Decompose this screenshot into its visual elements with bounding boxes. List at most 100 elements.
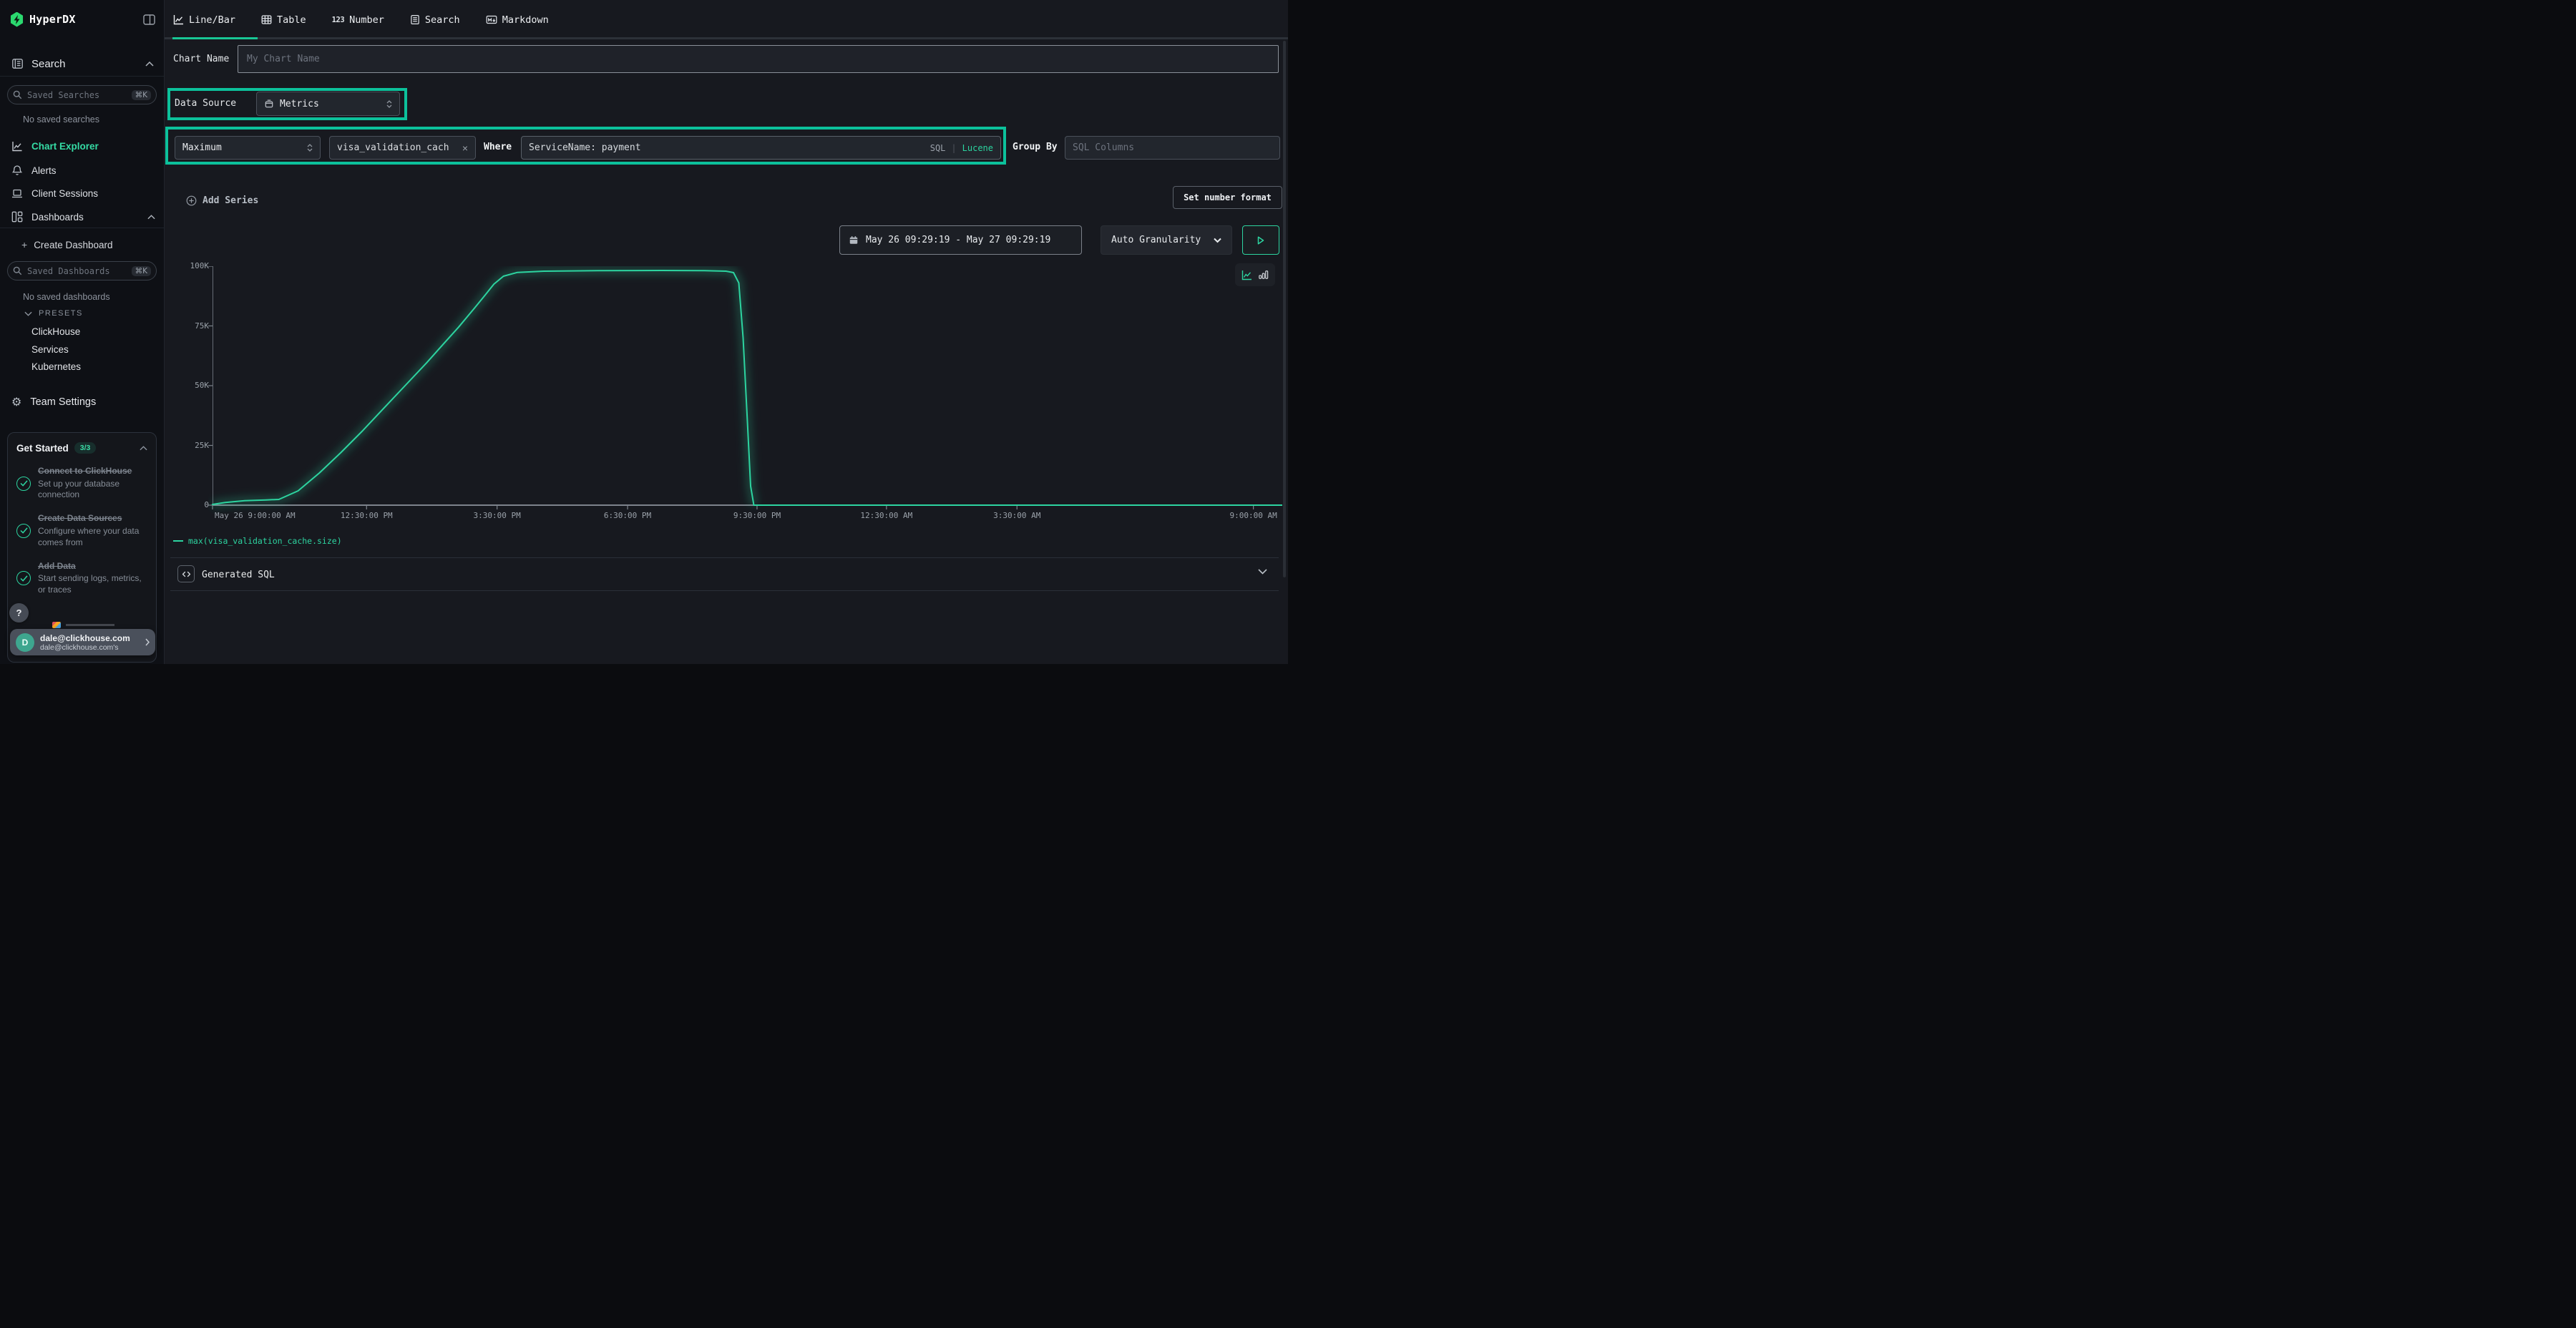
- task-desc: Configure where your data comes from: [38, 526, 147, 549]
- check-circle-icon: [16, 524, 31, 538]
- aggregation-select[interactable]: Maximum: [175, 136, 321, 160]
- tab-label: Table: [277, 14, 306, 26]
- preset-clickhouse[interactable]: ClickHouse: [31, 326, 80, 337]
- presets-label: PRESETS: [39, 309, 83, 318]
- tab-line-bar[interactable]: Line/Bar: [173, 14, 235, 26]
- lucene-mode-toggle[interactable]: Lucene: [962, 143, 993, 153]
- set-number-format-button[interactable]: Set number format: [1173, 186, 1282, 209]
- divider: [170, 590, 1279, 591]
- set-number-format-label: Set number format: [1184, 192, 1272, 202]
- add-series-label: Add Series: [203, 195, 258, 206]
- close-icon[interactable]: ×: [462, 143, 468, 153]
- chevron-down-icon: [1214, 238, 1221, 243]
- granularity-value: Auto Granularity: [1111, 235, 1201, 245]
- generated-sql-label: Generated SQL: [202, 570, 275, 580]
- mode-separator: |: [951, 143, 956, 153]
- task-desc: Set up your database connection: [38, 479, 147, 502]
- code-icon: [177, 565, 195, 582]
- sidebar-item-client-sessions[interactable]: Client Sessions: [11, 185, 155, 202]
- hyperdx-logo-icon: [10, 12, 24, 27]
- x-axis-tick-label: 3:30:00 PM: [474, 511, 521, 520]
- aggregation-value: Maximum: [182, 142, 222, 153]
- task-title: Add Data: [38, 561, 147, 572]
- plus-icon: +: [21, 239, 27, 250]
- tab-search[interactable]: Search: [410, 14, 460, 26]
- sidebar: HyperDX Search Saved Searches ⌘K No save…: [0, 0, 165, 664]
- collapse-sidebar-icon[interactable]: [143, 14, 155, 25]
- y-axis-tick-label: 75K: [179, 321, 209, 331]
- search-icon: [13, 266, 22, 275]
- saved-searches-input[interactable]: Saved Searches ⌘K: [7, 85, 157, 104]
- sidebar-item-alerts[interactable]: Alerts: [11, 162, 155, 179]
- create-dashboard-button[interactable]: + Create Dashboard: [21, 237, 113, 253]
- number-123-icon: 123: [332, 16, 344, 24]
- gear-icon: ⚙: [11, 396, 21, 408]
- sidebar-item-team-settings[interactable]: ⚙ Team Settings: [11, 394, 96, 411]
- tab-markdown[interactable]: Markdown: [486, 14, 549, 26]
- get-started-title: Get Started: [16, 443, 69, 454]
- metrics-source-icon: [264, 99, 274, 109]
- tab-table[interactable]: Table: [261, 14, 306, 26]
- chevron-up-icon[interactable]: [145, 62, 154, 67]
- check-circle-icon: [16, 477, 31, 491]
- saved-dashboards-input[interactable]: Saved Dashboards ⌘K: [7, 261, 157, 280]
- tab-number[interactable]: 123 Number: [332, 14, 384, 26]
- x-axis-tick-label: 12:30:00 AM: [860, 511, 912, 520]
- avatar: D: [16, 633, 34, 652]
- user-menu[interactable]: D dale@clickhouse.com dale@clickhouse.co…: [10, 629, 155, 655]
- hyperdx-app: HyperDX Search Saved Searches ⌘K No save…: [0, 0, 1288, 664]
- y-axis-tick-label: 100K: [179, 261, 209, 270]
- sidebar-item-label: Alerts: [31, 165, 57, 176]
- metric-field-tag[interactable]: visa_validation_cach ×: [329, 136, 476, 160]
- presets-toggle[interactable]: PRESETS: [24, 309, 83, 318]
- sidebar-item-chart-explorer[interactable]: Chart Explorer: [11, 137, 155, 155]
- date-range-picker[interactable]: May 26 09:29:19 - May 27 09:29:19: [839, 225, 1082, 255]
- group-by-label: Group By: [1013, 142, 1058, 152]
- get-started-item-connect[interactable]: Connect to ClickHouse Set up your databa…: [16, 466, 147, 501]
- confetti-emoji-sliver: [52, 622, 61, 628]
- chevron-down-icon[interactable]: [1258, 569, 1267, 575]
- help-button[interactable]: ?: [9, 603, 29, 622]
- get-started-item-add-data[interactable]: Add Data Start sending logs, metrics, or…: [16, 561, 147, 596]
- plus-circle-icon: [186, 195, 197, 206]
- chevron-up-icon[interactable]: [140, 446, 147, 451]
- partially-hidden-task-text: [66, 624, 114, 626]
- sql-mode-toggle[interactable]: SQL: [930, 143, 946, 153]
- timeseries-plot[interactable]: [208, 266, 1282, 514]
- x-axis-tick-label: 9:00:00 AM: [1230, 511, 1277, 520]
- chart-name-input[interactable]: [238, 45, 1279, 73]
- metric-tag-label: visa_validation_cach: [337, 142, 449, 153]
- select-chevrons-icon: [386, 100, 392, 108]
- data-source-value: Metrics: [280, 99, 319, 109]
- get-started-progress-badge: 3/3: [74, 442, 97, 454]
- main-panel: Line/Bar Table 123 Number Search Markdow…: [165, 0, 1288, 664]
- group-by-input[interactable]: SQL Columns: [1065, 136, 1280, 160]
- table-icon: [261, 14, 272, 25]
- run-query-button[interactable]: [1242, 225, 1279, 255]
- chart-type-tabbar: Line/Bar Table 123 Number Search Markdow…: [165, 0, 1288, 39]
- calendar-icon: [849, 235, 859, 245]
- document-lines-icon: [410, 14, 420, 25]
- sidebar-section-search[interactable]: Search: [11, 54, 154, 73]
- play-icon: [1257, 236, 1264, 245]
- sidebar-item-dashboards[interactable]: Dashboards: [11, 208, 155, 225]
- data-source-label: Data Source: [175, 98, 236, 109]
- y-axis-tick-label: 25K: [179, 441, 209, 450]
- user-email: dale@clickhouse.com: [40, 633, 130, 643]
- user-org: dale@clickhouse.com's: [40, 643, 130, 652]
- preset-services[interactable]: Services: [31, 344, 69, 355]
- data-source-select[interactable]: Metrics: [256, 92, 400, 116]
- add-series-button[interactable]: Add Series: [186, 193, 258, 208]
- scrollbar[interactable]: [1283, 41, 1286, 577]
- preset-kubernetes[interactable]: Kubernetes: [31, 361, 81, 372]
- create-dashboard-label: Create Dashboard: [34, 240, 112, 250]
- where-value: ServiceName: payment: [529, 142, 641, 153]
- select-chevrons-icon: [307, 144, 313, 152]
- granularity-select[interactable]: Auto Granularity: [1101, 225, 1232, 255]
- chevron-up-icon[interactable]: [147, 215, 155, 220]
- tab-label: Number: [349, 14, 384, 26]
- get-started-item-datasources[interactable]: Create Data Sources Configure where your…: [16, 513, 147, 548]
- saved-searches-placeholder: Saved Searches: [27, 90, 99, 100]
- chart-legend: max(visa_validation_cache.size): [173, 536, 342, 546]
- where-input[interactable]: ServiceName: payment SQL | Lucene: [521, 136, 1001, 160]
